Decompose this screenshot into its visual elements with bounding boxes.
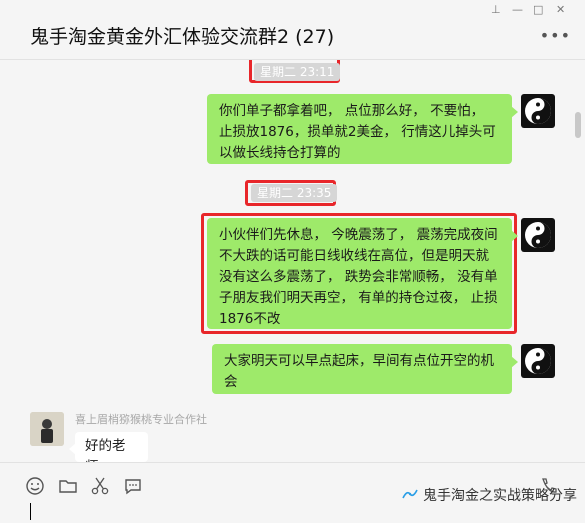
- timestamp: 星期二 23:11: [254, 63, 341, 81]
- scissors-icon[interactable]: [90, 476, 110, 495]
- watermark-text: 鬼手淘金之实战策略分享: [423, 488, 577, 504]
- user-avatar[interactable]: [30, 412, 64, 446]
- title-bar: 鬼手淘金黄金外汇体验交流群2 (27) ⊥ — □ ✕ •••: [0, 0, 585, 60]
- yin-yang-avatar-icon[interactable]: [521, 218, 555, 252]
- scrollbar[interactable]: [575, 112, 581, 138]
- outgoing-message[interactable]: 小伙伴们先休息， 今晚震荡了， 震荡完成夜间不大跌的话可能日线收线在高位，但是明…: [207, 218, 518, 329]
- watermark: 鬼手淘金之实战策略分享: [401, 485, 577, 505]
- close-button[interactable]: ✕: [556, 3, 565, 16]
- minimize-button[interactable]: —: [512, 3, 523, 16]
- pin-icon[interactable]: ⊥: [491, 3, 501, 16]
- outgoing-message[interactable]: 你们单子都拿着吧， 点位那么好， 不要怕， 止损放1876，损单就2美金， 行情…: [207, 94, 518, 164]
- more-options-icon[interactable]: •••: [540, 26, 571, 45]
- yin-yang-avatar-icon[interactable]: [521, 94, 555, 128]
- chat-title: 鬼手淘金黄金外汇体验交流群2 (27): [30, 26, 335, 48]
- folder-icon[interactable]: [58, 476, 78, 494]
- incoming-message[interactable]: 好的老师: [69, 432, 148, 462]
- input-area[interactable]: 鬼手淘金之实战策略分享: [0, 462, 585, 523]
- timestamp: 星期二 23:35: [251, 184, 338, 202]
- wechat-official-icon: [401, 487, 419, 505]
- chat-area[interactable]: 星期二 23:11 你们单子都拿着吧， 点位那么好， 不要怕， 止损放1876，…: [0, 60, 585, 462]
- emoji-icon[interactable]: [25, 476, 45, 495]
- outgoing-message[interactable]: 大家明天可以早点起床，早间有点位开空的机会: [212, 344, 518, 394]
- chat-history-icon[interactable]: [123, 476, 143, 495]
- maximize-button[interactable]: □: [533, 3, 543, 16]
- sender-name: 喜上眉梢猕猴桃专业合作社: [75, 413, 207, 426]
- yin-yang-avatar-icon[interactable]: [521, 344, 555, 378]
- text-cursor: [30, 503, 31, 520]
